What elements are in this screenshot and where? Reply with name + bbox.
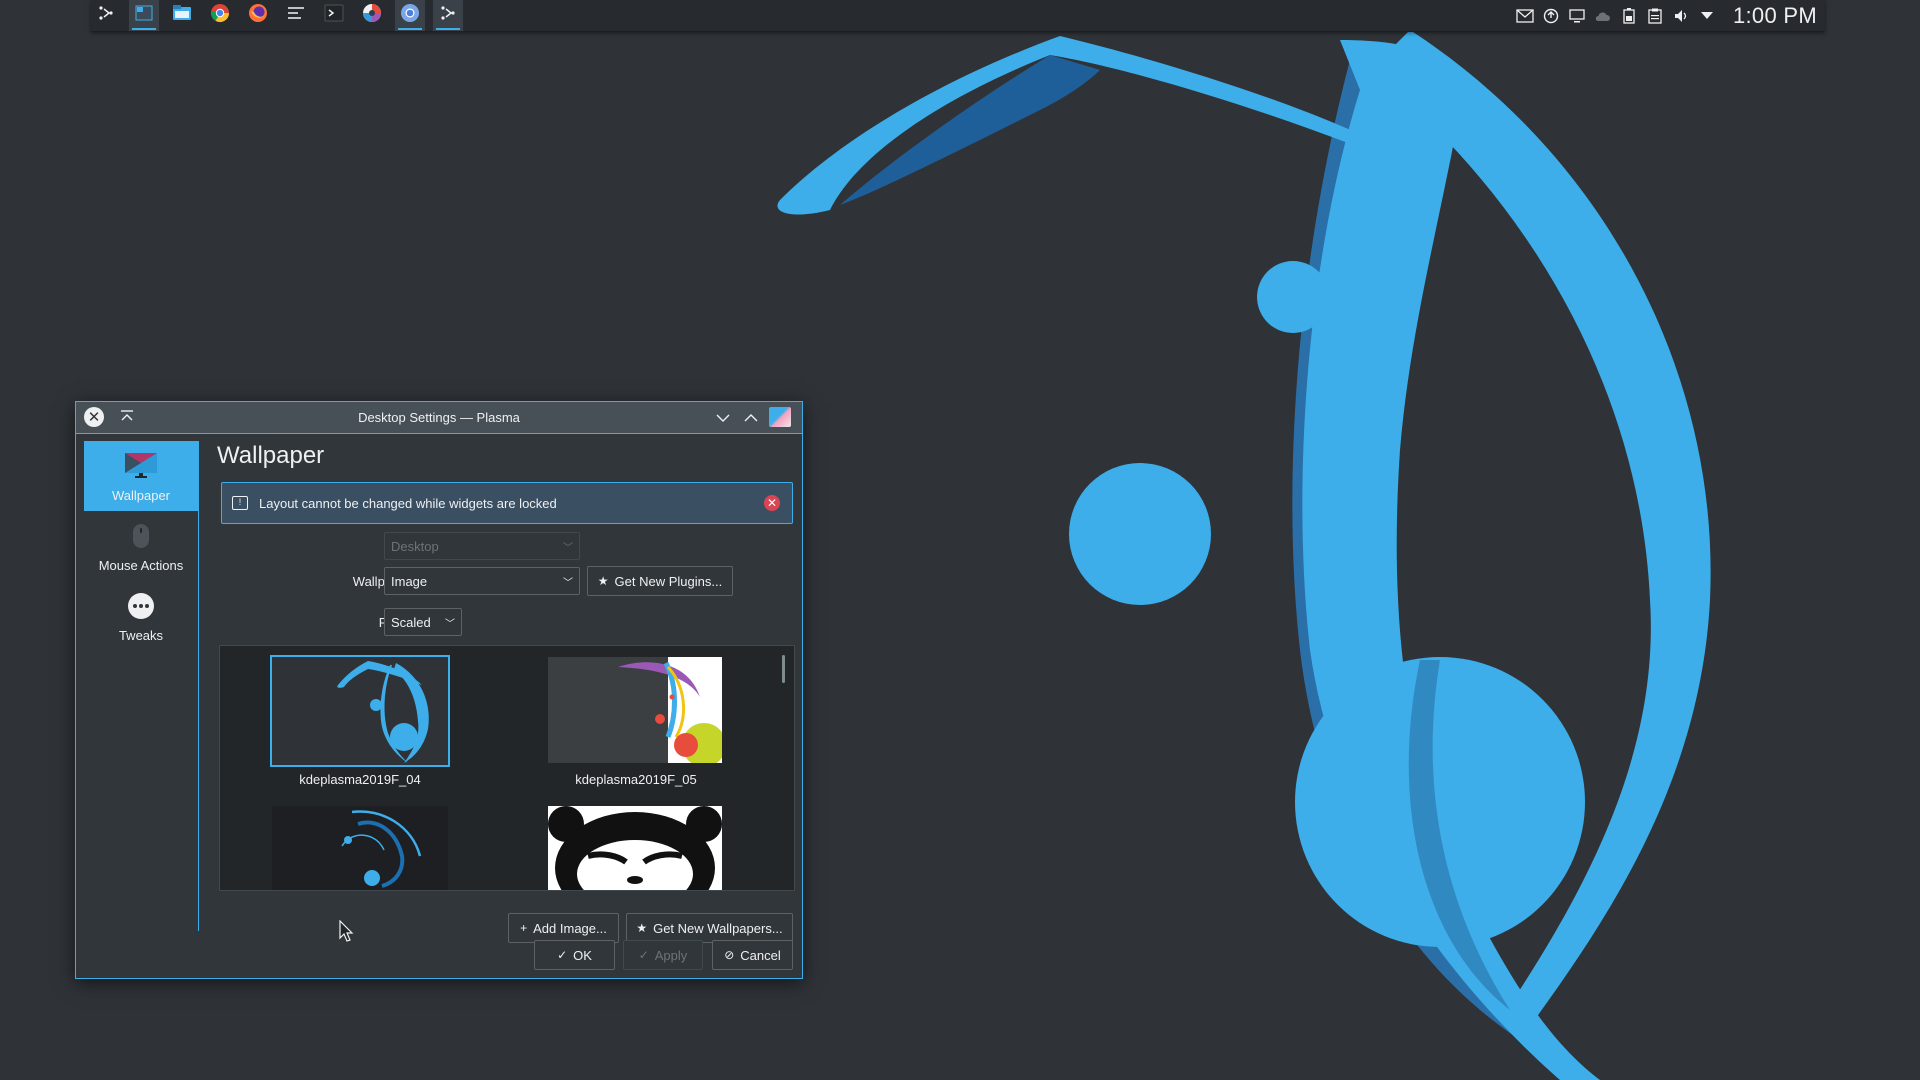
keep-above-icon xyxy=(120,409,134,425)
top-panel: 1:00 PM xyxy=(91,0,1825,32)
wallpaper-name: kdeplasma2019F_04 xyxy=(299,772,421,787)
layout-value: Desktop xyxy=(391,538,439,554)
taskbar-file-manager[interactable] xyxy=(167,0,197,31)
chromium-icon xyxy=(400,3,420,28)
wallpaper-preview xyxy=(272,806,448,890)
star-icon: ★ xyxy=(597,574,609,588)
positioning-value: Scaled xyxy=(391,614,431,630)
taskbar-app-launcher[interactable] xyxy=(91,0,121,31)
clock[interactable]: 1:00 PM xyxy=(1733,3,1817,29)
add-image-label: Add Image... xyxy=(533,920,607,936)
taskbar-color-picker[interactable] xyxy=(357,0,387,31)
desktop-settings-window: Desktop Settings — Plasma ✕ Wallpaper Mo… xyxy=(75,401,803,979)
taskbar-firefox[interactable] xyxy=(243,0,273,31)
star-icon: ★ xyxy=(636,921,648,935)
dismiss-banner-icon[interactable]: ✕ xyxy=(764,495,780,511)
wallpaper-preview xyxy=(548,806,722,890)
info-icon: ! xyxy=(232,496,248,510)
close-icon: ✕ xyxy=(87,409,101,426)
tweaks-icon xyxy=(125,592,157,620)
checkmark-icon: ✓ xyxy=(557,948,568,962)
sidebar-item-mouse-actions[interactable]: Mouse Actions xyxy=(84,511,198,581)
chevron-down-icon xyxy=(716,409,730,425)
cancel-icon: ⊘ xyxy=(724,948,735,962)
layout-combo: Desktop ﹀ xyxy=(384,532,580,560)
chevron-up-icon xyxy=(744,409,758,425)
mouse-cursor-icon xyxy=(339,920,354,942)
taskbar-chrome[interactable] xyxy=(205,0,235,31)
wallpaper-thumbnail[interactable] xyxy=(270,655,450,767)
wallpaper-name: kdeplasma2019F_05 xyxy=(575,772,697,787)
settings-sidebar: Wallpaper Mouse Actions Tweaks xyxy=(84,441,199,931)
get-new-wallpapers-label: Get New Wallpapers... xyxy=(653,920,783,936)
window-title: Desktop Settings — Plasma xyxy=(358,410,520,425)
file-manager-icon xyxy=(172,4,192,27)
tray-expand-icon[interactable] xyxy=(1697,6,1717,26)
taskbar-plasma-settings[interactable] xyxy=(433,0,463,31)
title-bar[interactable]: Desktop Settings — Plasma ✕ xyxy=(76,402,802,434)
apply-label: Apply xyxy=(654,947,688,963)
wallpaper-grid-scrollbar[interactable] xyxy=(782,655,785,683)
terminal-icon xyxy=(324,4,344,27)
wallpaper-grid: kdeplasma2019F_04 kdeplasma2019F_05 xyxy=(219,645,795,891)
pager-icon xyxy=(135,5,153,26)
wallpaper-thumbnail[interactable] xyxy=(548,806,722,890)
mail-icon[interactable] xyxy=(1515,6,1535,26)
chrome-icon xyxy=(210,3,230,28)
updates-icon[interactable] xyxy=(1541,6,1561,26)
chevron-down-icon: ﹀ xyxy=(563,577,573,589)
wallpaper-preview xyxy=(272,657,448,765)
get-new-wallpapers-button[interactable]: ★ Get New Wallpapers... xyxy=(626,913,793,943)
wallpaper-type-value: Image xyxy=(391,573,428,589)
locked-widgets-message: ! Layout cannot be changed while widgets… xyxy=(221,482,793,524)
ok-button[interactable]: ✓ OK xyxy=(534,940,615,970)
wallpaper-type-combo[interactable]: Image ﹀ xyxy=(384,567,580,595)
taskbar-terminal[interactable] xyxy=(319,0,349,31)
sidebar-item-tweaks[interactable]: Tweaks xyxy=(84,581,198,651)
plasma-kickoff-icon xyxy=(97,4,115,27)
wallpaper-thumbnail[interactable] xyxy=(272,806,448,890)
clipboard-icon[interactable] xyxy=(1645,6,1665,26)
sidebar-item-wallpaper[interactable]: Wallpaper xyxy=(84,441,198,511)
plus-icon: + xyxy=(520,921,528,935)
close-button[interactable]: ✕ xyxy=(84,407,104,427)
display-icon[interactable] xyxy=(1567,6,1587,26)
checkmark-icon: ✓ xyxy=(638,948,649,962)
sidebar-item-label: Tweaks xyxy=(118,628,164,643)
taskbar-system-settings[interactable] xyxy=(281,0,311,31)
get-new-plugins-button[interactable]: ★ Get New Plugins... xyxy=(587,566,733,596)
maximize-button[interactable] xyxy=(740,406,762,428)
taskbar-pager[interactable] xyxy=(129,0,159,31)
firefox-icon xyxy=(248,3,268,28)
apply-button[interactable]: ✓ Apply xyxy=(623,940,703,970)
page-title: Wallpaper xyxy=(217,442,325,469)
app-icon[interactable] xyxy=(769,407,791,427)
ok-label: OK xyxy=(573,947,592,963)
volume-icon[interactable] xyxy=(1671,6,1691,26)
get-new-plugins-label: Get New Plugins... xyxy=(614,573,723,589)
add-image-button[interactable]: + Add Image... xyxy=(508,913,619,943)
system-tray: 1:00 PM xyxy=(1509,0,1825,31)
chevron-down-icon: ﹀ xyxy=(445,618,455,630)
positioning-combo[interactable]: Scaled ﹀ xyxy=(384,608,462,636)
chevron-down-icon: ﹀ xyxy=(563,542,573,554)
sidebar-item-label: Mouse Actions xyxy=(98,558,184,573)
system-settings-icon xyxy=(287,5,305,26)
wallpaper-thumbnail[interactable] xyxy=(548,657,726,767)
wallpaper-preview xyxy=(548,657,726,767)
mouse-icon xyxy=(125,522,157,550)
cancel-button[interactable]: ⊘ Cancel xyxy=(712,940,793,970)
minimize-button[interactable] xyxy=(712,406,734,428)
plasma-settings-icon xyxy=(439,4,457,27)
cancel-label: Cancel xyxy=(740,947,781,963)
color-picker-icon xyxy=(362,3,382,28)
keep-above-button[interactable] xyxy=(116,406,138,428)
sidebar-item-label: Wallpaper xyxy=(111,488,171,503)
network-icon[interactable] xyxy=(1593,6,1613,26)
wallpaper-icon xyxy=(125,452,157,480)
banner-text: Layout cannot be changed while widgets a… xyxy=(259,495,557,511)
taskbar-chromium[interactable] xyxy=(395,0,425,31)
battery-icon[interactable] xyxy=(1619,6,1639,26)
